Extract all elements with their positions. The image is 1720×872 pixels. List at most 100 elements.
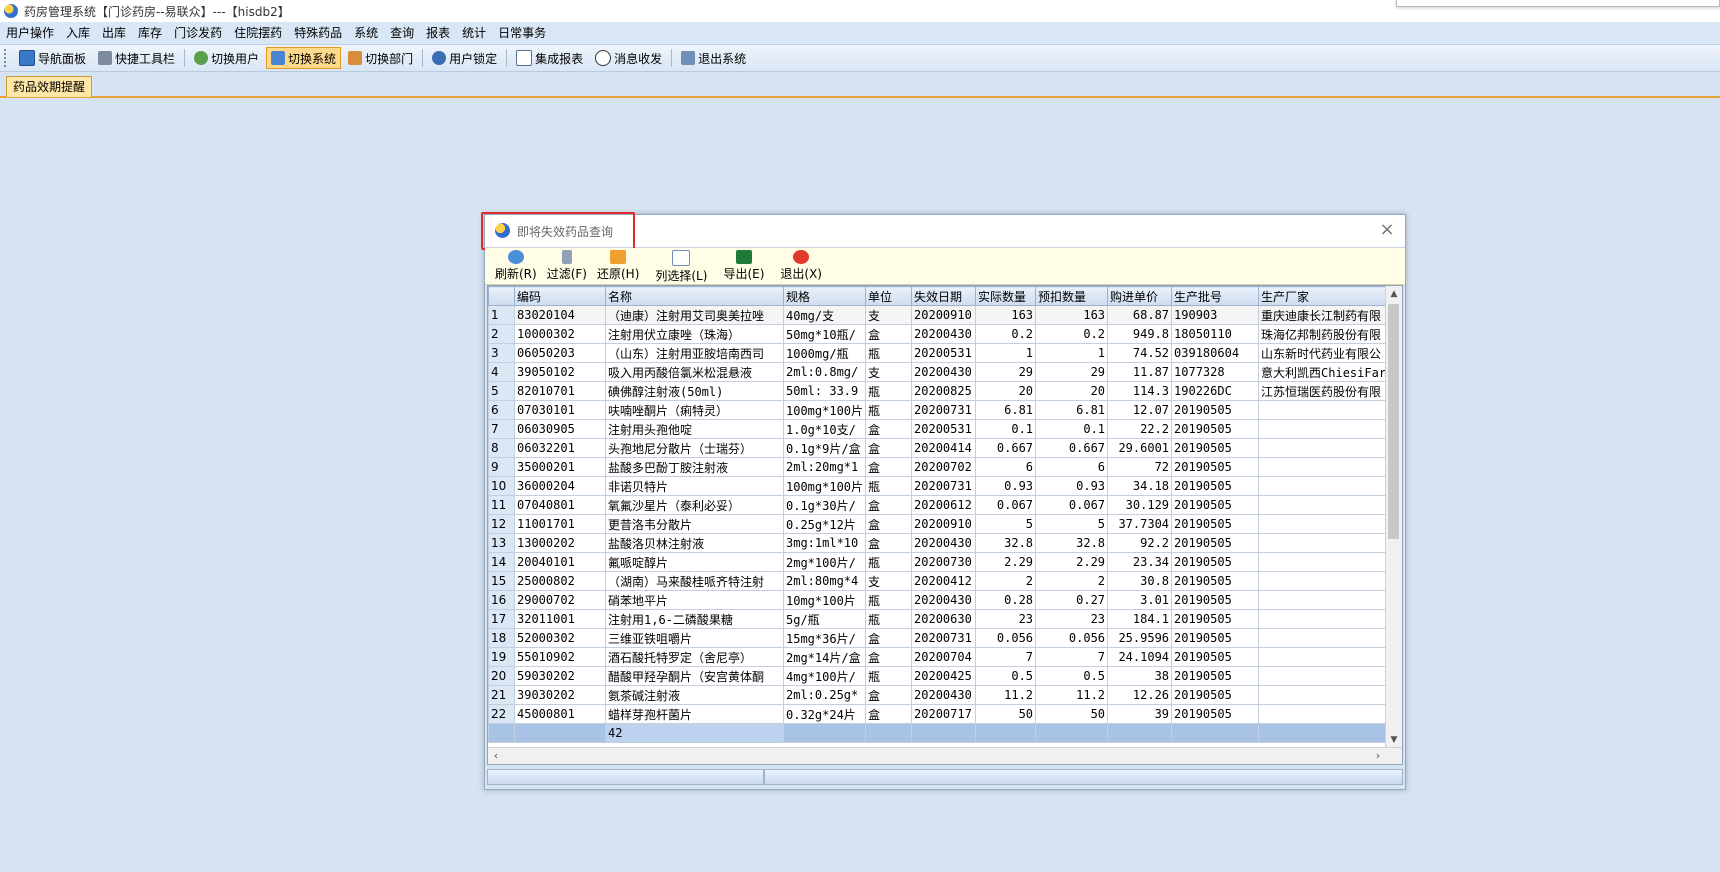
tab-drug-expiry-reminder[interactable]: 药品效期提醒 <box>6 76 93 97</box>
table-row[interactable]: 17 32011001 注射用1,6-二磷酸果糖 5g/瓶瓶 20200630 23 23 1… <box>488 609 1398 629</box>
menu-item[interactable]: 报表 <box>420 22 456 44</box>
table-cell: 20190505 <box>1171 609 1260 629</box>
table-row[interactable]: 16 29000702 硝苯地平片 10mg*100片瓶 20200430 0.28 0.2… <box>488 590 1398 610</box>
expiring-drugs-grid[interactable]: 编码 名称 规格 单位 失效日期 实际数量 预扣数量 购进单价 生产批号 生产厂家 1 830201… <box>487 285 1403 765</box>
column-select-button[interactable]: 列选择(L) <box>655 248 707 284</box>
table-cell: 4mg*100片/ <box>782 666 867 686</box>
table-cell: 23 <box>975 609 1037 629</box>
table-row[interactable]: 5 82010701 碘佛醇注射液(50ml) 50ml: 33.9 瓶 20200825… <box>488 381 1398 401</box>
table-cell: 23.34 <box>1107 552 1173 572</box>
column-header[interactable]: 编码 <box>514 286 606 306</box>
row-number: 6 <box>488 400 515 420</box>
table-row[interactable]: 6 07030101 呋喃唑酮片（痢特灵） 100mg*100片瓶 20200731 6.… <box>488 400 1398 420</box>
quick-toolbar-button[interactable]: 快捷工具栏 <box>93 47 180 69</box>
table-cell: （迪康）注射用艾司奥美拉唑 <box>605 305 784 325</box>
dialog-titlebar[interactable]: 即将失效药品查询 × <box>481 212 1405 250</box>
table-row[interactable]: 19 55010902 酒石酸托特罗定（舍尼亭） 2mg*14片/盒盒 20200704… <box>488 647 1398 667</box>
toolbar-separator <box>422 49 424 67</box>
row-number: 18 <box>488 628 515 648</box>
table-cell: 盐酸多巴酚丁胺注射液 <box>605 457 784 477</box>
table-row[interactable]: 11 07040801 氧氟沙星片（泰利必妥） 0.1g*30片/盒 20200612 0… <box>488 495 1398 515</box>
column-header[interactable]: 购进单价 <box>1107 286 1173 306</box>
export-button[interactable]: 导出(E) <box>723 248 764 282</box>
summary-cell <box>865 723 913 743</box>
scroll-down-icon[interactable]: ▼ <box>1386 732 1402 748</box>
column-header[interactable]: 生产厂家 <box>1258 286 1398 306</box>
close-icon[interactable]: × <box>1377 219 1397 240</box>
scroll-left-icon[interactable]: ‹ <box>488 748 504 764</box>
table-row[interactable]: 13 13000202 盐酸洛贝林注射液 3mg:1ml*10 盒 20200430 32.… <box>488 533 1398 553</box>
menu-item[interactable]: 门诊发药 <box>168 22 228 44</box>
switch-user-button[interactable]: 切换用户 <box>189 47 264 69</box>
menu-item[interactable]: 住院摆药 <box>228 22 288 44</box>
vertical-scrollbar[interactable]: ▲ ▼ <box>1385 286 1402 748</box>
table-cell: 瓶 <box>865 400 913 420</box>
table-cell: 0.2 <box>975 324 1037 344</box>
scroll-right-icon[interactable]: › <box>1370 748 1386 764</box>
table-row[interactable]: 7 06030905 注射用头孢他啶 1.0g*10支/盒 20200531 0.1 0.1… <box>488 419 1398 439</box>
messages-button[interactable]: 消息收发 <box>590 47 667 69</box>
integrated-report-button[interactable]: 集成报表 <box>511 47 588 69</box>
table-cell: 盒 <box>865 704 913 724</box>
table-cell <box>1258 438 1398 458</box>
menu-item[interactable]: 日常事务 <box>492 22 552 44</box>
table-row[interactable]: 10 36000204 非诺贝特片 100mg*100片瓶 20200731 0.93 0.… <box>488 476 1398 496</box>
table-row[interactable]: 9 35000201 盐酸多巴酚丁胺注射液 2ml:20mg*1 盒 20200702 6 6… <box>488 457 1398 477</box>
table-cell: 吸入用丙酸倍氯米松混悬液 <box>605 362 784 382</box>
table-row[interactable]: 1 83020104 （迪康）注射用艾司奥美拉唑 40mg/支支 20200910 163… <box>488 305 1398 325</box>
refresh-button[interactable]: 刷新(R) <box>495 248 537 282</box>
vertical-scroll-thumb[interactable] <box>1388 304 1399 539</box>
menu-item[interactable]: 查询 <box>384 22 420 44</box>
horizontal-scrollbar[interactable]: ‹ › <box>488 747 1402 764</box>
column-header[interactable]: 单位 <box>865 286 913 306</box>
table-cell: 15mg*36片/ <box>782 628 867 648</box>
scroll-up-icon[interactable]: ▲ <box>1386 286 1402 302</box>
column-header[interactable]: 名称 <box>605 286 784 306</box>
table-cell: 1.0g*10支/ <box>782 419 867 439</box>
menu-item[interactable]: 用户操作 <box>0 22 60 44</box>
table-cell: 83020104 <box>514 305 606 325</box>
table-cell: 瓶 <box>865 666 913 686</box>
status-panel <box>487 769 764 785</box>
switch-dept-button[interactable]: 切换部门 <box>343 47 418 69</box>
menu-item[interactable]: 系统 <box>348 22 384 44</box>
table-row[interactable]: 2 10000302 注射用伏立康唑（珠海） 50mg*10瓶/盒 20200430 0.… <box>488 324 1398 344</box>
table-row[interactable]: 20 59030202 醋酸甲羟孕酮片（安宫黄体酮 4mg*100片/瓶 2020042… <box>488 666 1398 686</box>
table-row[interactable]: 14 20040101 氟哌啶醇片 2mg*100片/瓶 20200730 2.29 2.2… <box>488 552 1398 572</box>
table-row[interactable]: 8 06032201 头孢地尼分散片（士瑞芬） 0.1g*9片/盒盒 20200414 0… <box>488 438 1398 458</box>
table-cell: 支 <box>865 571 913 591</box>
table-cell: 20190505 <box>1171 457 1260 477</box>
menu-item[interactable]: 特殊药品 <box>288 22 348 44</box>
menu-item[interactable]: 库存 <box>132 22 168 44</box>
switch-system-button[interactable]: 切换系统 <box>266 47 342 69</box>
restore-button[interactable]: 还原(H) <box>597 248 639 282</box>
table-cell: 20 <box>975 381 1037 401</box>
column-header[interactable]: 生产批号 <box>1171 286 1260 306</box>
table-cell: 20200430 <box>911 362 977 382</box>
table-row[interactable]: 12 11001701 更昔洛韦分散片 0.25g*12片盒 20200910 5 5 37.… <box>488 514 1398 534</box>
exit-button[interactable]: 退出(X) <box>780 248 822 282</box>
table-row[interactable]: 4 39050102 吸入用丙酸倍氯米松混悬液 2ml:0.8mg/支 20200430… <box>488 362 1398 382</box>
table-cell <box>1258 685 1398 705</box>
table-row[interactable]: 18 52000302 三维亚铁咀嚼片 15mg*36片/盒 20200731 0.056… <box>488 628 1398 648</box>
menu-item[interactable]: 统计 <box>456 22 492 44</box>
table-cell: 2 <box>975 571 1037 591</box>
table-cell: 20200704 <box>911 647 977 667</box>
menu-item[interactable]: 出库 <box>96 22 132 44</box>
table-cell <box>1258 571 1398 591</box>
menu-item[interactable]: 入库 <box>60 22 96 44</box>
filter-button[interactable]: 过滤(F) <box>547 248 587 282</box>
toolbar-grip[interactable] <box>4 49 10 67</box>
column-header[interactable]: 实际数量 <box>975 286 1037 306</box>
exit-system-button[interactable]: 退出系统 <box>676 47 751 69</box>
column-header[interactable]: 预扣数量 <box>1035 286 1109 306</box>
nav-panel-button[interactable]: 导航面板 <box>14 47 91 69</box>
user-lock-button[interactable]: 用户锁定 <box>427 47 502 69</box>
table-row[interactable]: 22 45000801 蜡样芽孢杆菌片 0.32g*24片盒 20200717 50 50 3… <box>488 704 1398 724</box>
column-header[interactable]: 规格 <box>782 286 867 306</box>
column-header[interactable]: 失效日期 <box>911 286 977 306</box>
expiring-drugs-dialog: 即将失效药品查询 × 刷新(R) 过滤(F) 还原(H) 列选择(L) 导出(E… <box>481 212 1406 790</box>
table-row[interactable]: 15 25000802 （湖南）马来酸桂哌齐特注射 2ml:80mg*4 支 202004… <box>488 571 1398 591</box>
table-row[interactable]: 3 06050203 （山东）注射用亚胺培南西司 1000mg/瓶瓶 20200531 1… <box>488 343 1398 363</box>
table-row[interactable]: 21 39030202 氨茶碱注射液 2ml:0.25g* 盒 20200430 11.2 1… <box>488 685 1398 705</box>
